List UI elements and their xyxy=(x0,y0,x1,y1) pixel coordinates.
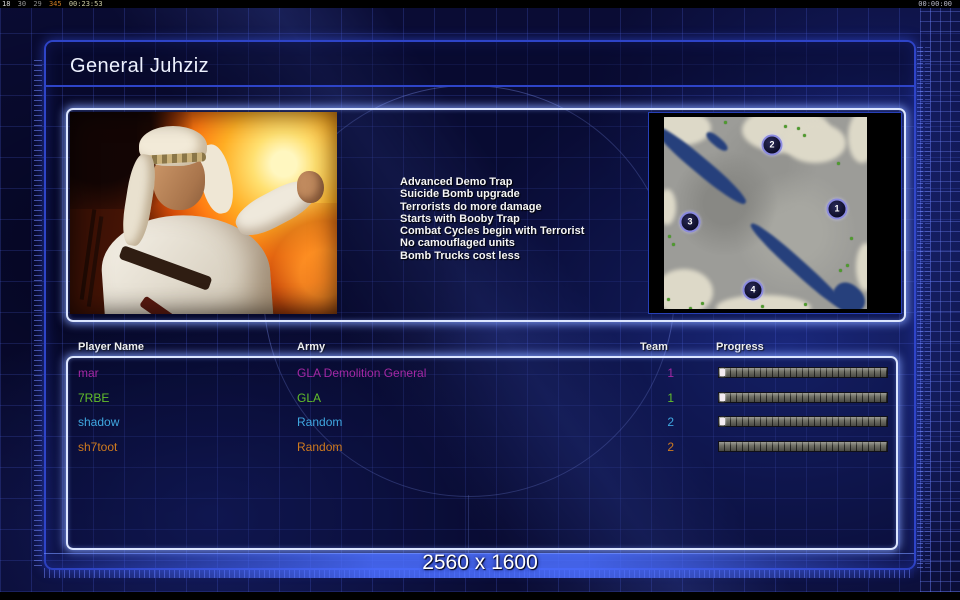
page-title: General Juhziz xyxy=(70,55,209,77)
progress-bar-fill xyxy=(720,369,725,376)
debug-value: 345 xyxy=(48,0,62,8)
map-tree-dot xyxy=(761,305,764,308)
map-tree-dot xyxy=(672,243,675,246)
game-clock: 00:00:00 xyxy=(918,0,952,8)
start-position-marker: 3 xyxy=(679,211,701,233)
progress-bar xyxy=(718,391,888,403)
map-tree-dot xyxy=(839,269,842,272)
player-team: 1 xyxy=(667,390,674,405)
map-sand-patch xyxy=(664,269,713,309)
map-tree-dot xyxy=(850,237,853,240)
player-army: Random xyxy=(297,440,343,455)
debug-timer: 00:23:53 xyxy=(68,0,103,8)
general-info-panel: Advanced Demo Trap Suicide Bomb upgrade Te… xyxy=(66,108,906,322)
player-name: mar xyxy=(78,366,99,380)
debug-readout: 18 30 29 345 00:23:53 xyxy=(2,0,106,8)
ability-line: Bomb Trucks cost less xyxy=(400,249,520,262)
title-bar: General Juhziz xyxy=(46,42,914,87)
map-sand-patch xyxy=(848,117,867,163)
progress-bar xyxy=(718,367,888,378)
ability-line: Suicide Bomb upgrade xyxy=(400,188,520,201)
header-army: Army xyxy=(297,341,326,353)
map-tree-dot xyxy=(667,298,670,301)
bottom-letterbox-bar xyxy=(0,592,960,600)
progress-bar-fill xyxy=(720,418,725,426)
general-portrait xyxy=(70,112,337,314)
ability-line: No camouflaged units xyxy=(400,237,515,250)
progress-bar xyxy=(718,441,888,453)
player-row: 7RBE GLA 1 xyxy=(68,391,892,413)
abilities-list: Advanced Demo Trap Suicide Bomb upgrade Te… xyxy=(400,176,660,262)
player-rows: mar GLA Demolition General 1 7RBE GLA 1 shadow… xyxy=(68,358,892,544)
start-position-marker: 4 xyxy=(742,279,764,301)
header-player-name: Player Name xyxy=(78,341,145,353)
map-sand-patch xyxy=(664,189,676,225)
header-team: Team xyxy=(640,341,668,353)
debug-value: 29 xyxy=(33,0,42,8)
map-sand-patch xyxy=(784,123,846,163)
map-tree-dot xyxy=(846,264,849,267)
ability-line: Combat Cycles begin with Terrorist xyxy=(400,225,585,238)
resolution-text: 2560 x 1600 xyxy=(422,551,538,574)
portrait-vignette xyxy=(70,112,337,314)
start-position-number: 2 xyxy=(769,139,775,150)
ability-line: Advanced Demo Trap xyxy=(400,176,513,188)
map-tree-dot xyxy=(784,125,787,128)
debug-value: 30 xyxy=(17,0,27,8)
player-name: 7RBE xyxy=(78,390,110,405)
map-tree-dot xyxy=(803,134,806,137)
header-progress: Progress xyxy=(716,341,764,353)
player-row: mar GLA Demolition General 1 xyxy=(68,366,892,388)
player-name: sh7toot xyxy=(78,440,118,455)
player-team: 2 xyxy=(667,440,674,455)
progress-bar xyxy=(718,416,888,428)
player-army: GLA Demolition General xyxy=(297,366,427,380)
map-image: 1 2 3 4 xyxy=(664,117,867,309)
start-position-number: 4 xyxy=(750,284,756,295)
start-position-marker: 1 xyxy=(826,198,848,220)
map-sand-patch xyxy=(856,243,867,291)
map-tree-dot xyxy=(668,235,671,238)
start-position-marker: 2 xyxy=(761,134,783,156)
player-team: 2 xyxy=(667,415,674,430)
map-tree-dot xyxy=(701,302,704,305)
loading-screen: 18 30 29 345 00:23:53 00:00:00 General J… xyxy=(0,0,960,600)
right-ruler-ticks xyxy=(917,44,923,568)
ability-line: Starts with Booby Trap xyxy=(400,212,520,225)
progress-bar-fill xyxy=(720,393,725,401)
start-position-number: 3 xyxy=(687,216,693,227)
map-river xyxy=(704,129,730,154)
ability-line: Terrorists do more damage xyxy=(400,200,542,213)
player-name: shadow xyxy=(78,415,120,430)
player-team: 1 xyxy=(667,366,674,380)
map-tree-dot xyxy=(837,162,840,165)
map-tree-dot xyxy=(804,303,807,306)
player-row: sh7toot Random 2 xyxy=(68,440,892,462)
right-ruler-ticks-2 xyxy=(925,44,930,568)
top-letterbox-bar xyxy=(0,0,960,8)
map-preview: 1 2 3 4 xyxy=(648,112,902,314)
player-army: Random xyxy=(297,415,343,430)
map-tree-dot xyxy=(689,307,692,309)
map-tree-dot xyxy=(724,121,727,124)
player-row: shadow Random 2 xyxy=(68,415,892,437)
map-tree-dot xyxy=(797,127,800,130)
start-position-number: 1 xyxy=(834,203,840,214)
player-army: GLA xyxy=(297,390,322,405)
left-ruler-ticks xyxy=(34,56,42,566)
debug-value: 18 xyxy=(2,0,11,8)
